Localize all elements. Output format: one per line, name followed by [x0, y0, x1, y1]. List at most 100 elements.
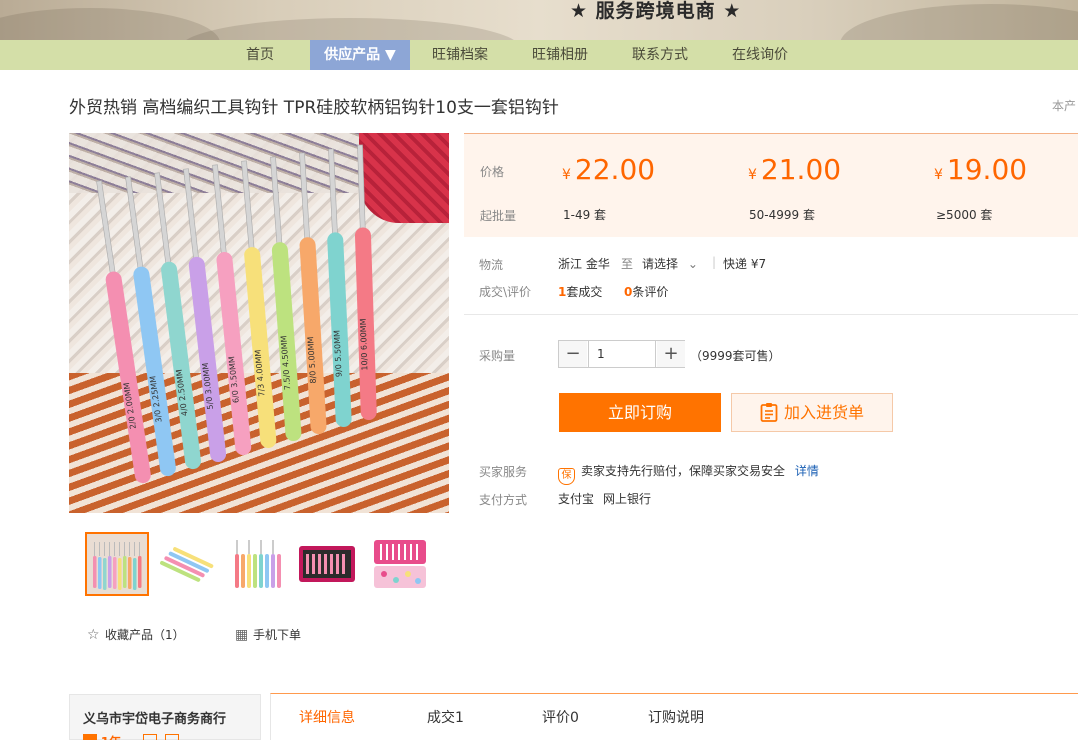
destination-select-label: 请选择 — [642, 257, 679, 271]
payment-label: 支付方式 — [479, 493, 528, 507]
corner-note: 本产 — [1052, 99, 1077, 113]
banner-title: ★ 服务跨境电商 ★ — [570, 0, 742, 22]
separator: | — [712, 255, 717, 269]
favorite-button[interactable]: ☆ 收藏产品（1） — [87, 626, 185, 643]
nav-home[interactable]: 首页 — [230, 40, 290, 70]
ship-from: 浙江 金华 — [558, 257, 610, 271]
price-tier-3: ¥19.00 — [934, 153, 1027, 186]
thumbnail-image — [87, 534, 147, 594]
deal-count-link[interactable]: 1套成交 — [558, 283, 602, 300]
product-title: 外贸热销 高档编织工具钩针 TPR硅胶软柄铝钩针10支一套铝钩针 — [69, 98, 559, 118]
product-main-image[interactable]: 2/0 2.00MM 3/0 2.25MM 4/0 2.50MM 5/0 3.00MM… — [69, 133, 449, 513]
moq-range-3: ≥5000 套 — [936, 208, 993, 222]
crochet-hook: 9/0 5.50MM — [327, 148, 352, 428]
mini-hook — [123, 556, 127, 588]
thumbnail-4[interactable] — [297, 534, 357, 594]
destination-select[interactable]: 请选择 ⌄ — [642, 255, 698, 272]
thumbnail-image — [160, 547, 214, 582]
currency-symbol: ¥ — [934, 167, 943, 183]
price-box: 价格 起批量 ¥22.00 ¥21.00 ¥19.00 1-49 套 50-49… — [464, 133, 1078, 237]
nav-contact[interactable]: 联系方式 — [620, 40, 700, 70]
mini-hook — [98, 557, 102, 589]
detail-tabs: 详细信息 成交1 评价0 订购说明 — [270, 693, 1078, 740]
tab-details[interactable]: 详细信息 — [299, 707, 355, 727]
id-badge-icon — [164, 734, 179, 740]
mini-hook — [113, 557, 117, 589]
add-to-cart-button[interactable]: 加入进货单 — [731, 393, 893, 432]
shop-card: 义乌市宇岱电子商务商行 1年 — [69, 694, 261, 740]
mobile-order-button[interactable]: ▦ 手机下单 — [235, 626, 301, 643]
clipboard-icon — [760, 403, 778, 422]
thumbnail-image — [299, 546, 355, 582]
quantity-minus-button[interactable]: − — [559, 341, 587, 367]
ship-to-word: 至 — [621, 257, 634, 271]
banner-landscape — [840, 4, 1078, 40]
mini-hook — [133, 558, 137, 590]
moq-range-2: 50-4999 套 — [749, 208, 815, 222]
trust-badge-icon — [83, 734, 97, 740]
price-value: 21.00 — [760, 153, 842, 186]
thumbnail-image — [374, 540, 426, 588]
quantity-label: 采购量 — [479, 349, 516, 363]
order-now-button[interactable]: 立即订购 — [559, 393, 721, 432]
price-value: 19.00 — [946, 153, 1028, 186]
price-tier-1: ¥22.00 — [562, 153, 655, 186]
thumbnail-2[interactable] — [158, 534, 218, 594]
shop-banner: ★ 服务跨境电商 ★ — [0, 0, 1078, 40]
crochet-hook: 8/0 5.00MM — [299, 152, 327, 435]
shop-years: 1年 — [101, 735, 121, 740]
shop-nav: 首页 供应产品 ▼ 旺铺档案 旺铺相册 联系方式 在线询价 — [0, 40, 1078, 70]
nav-products[interactable]: 供应产品 ▼ — [310, 40, 410, 70]
deals-label: 成交\评价 — [479, 285, 532, 299]
review-count-link[interactable]: 0条评价 — [624, 283, 668, 300]
mini-hook — [108, 556, 112, 588]
crochet-hooks-illustration: 2/0 2.00MM 3/0 2.25MM 4/0 2.50MM 5/0 3.00MM… — [96, 144, 377, 484]
chevron-down-icon: ⌄ — [687, 257, 698, 271]
divider — [464, 314, 1078, 315]
moq-range-1: 1-49 套 — [563, 208, 607, 222]
express-fee: 快递 ¥7 — [723, 257, 767, 271]
star-icon: ☆ — [87, 627, 100, 643]
tab-reviews[interactable]: 评价0 — [542, 707, 579, 727]
service-details-link[interactable]: 详情 — [795, 464, 819, 478]
moq-label: 起批量 — [480, 209, 517, 223]
favorite-label: 收藏产品（1） — [105, 628, 185, 642]
price-value: 22.00 — [574, 153, 656, 186]
mini-hook — [118, 558, 122, 590]
nav-profile[interactable]: 旺铺档案 — [420, 40, 500, 70]
banner-landscape — [0, 8, 220, 40]
deal-count-unit: 套成交 — [566, 285, 603, 299]
logistics-label: 物流 — [479, 258, 504, 272]
currency-symbol: ¥ — [562, 167, 571, 183]
tab-deals[interactable]: 成交1 — [427, 707, 464, 727]
service-text: 卖家支持先行赔付，保障买家交易安全 — [581, 464, 786, 478]
shop-badges: 1年 — [83, 733, 179, 740]
mini-hook — [103, 558, 107, 590]
mini-hook — [138, 556, 142, 588]
currency-symbol: ¥ — [748, 167, 757, 183]
qrcode-icon: ▦ — [235, 627, 249, 643]
hook-size-label: 10/0 6.00MM — [359, 318, 370, 370]
price-tier-2: ¥21.00 — [748, 153, 841, 186]
add-to-cart-label: 加入进货单 — [783, 403, 864, 422]
crochet-hook: 10/0 6.00MM — [354, 144, 377, 421]
quantity-stepper: − + — [558, 340, 685, 368]
nav-album[interactable]: 旺铺相册 — [520, 40, 600, 70]
payment-bank: 网上银行 — [603, 492, 652, 506]
verify-badge-icon — [143, 734, 158, 740]
tab-order-notes[interactable]: 订购说明 — [648, 707, 704, 727]
mini-hook — [93, 556, 97, 588]
banner-landscape — [180, 18, 520, 40]
payment-alipay: 支付宝 — [558, 492, 595, 506]
thumbnail-5[interactable] — [370, 534, 430, 594]
guarantee-shield-icon: 保 — [558, 468, 575, 485]
service-row: 保卖家支持先行赔付，保障买家交易安全 详情 — [558, 462, 819, 485]
thumbnail-3[interactable] — [229, 534, 289, 594]
quantity-plus-button[interactable]: + — [657, 341, 685, 367]
nav-inquiry[interactable]: 在线询价 — [720, 40, 800, 70]
quantity-input[interactable] — [588, 341, 656, 367]
service-label: 买家服务 — [479, 465, 528, 479]
thumbnail-1[interactable] — [85, 532, 149, 596]
shop-name[interactable]: 义乌市宇岱电子商务商行 — [83, 708, 226, 727]
stock-available: （9999套可售） — [690, 349, 781, 363]
